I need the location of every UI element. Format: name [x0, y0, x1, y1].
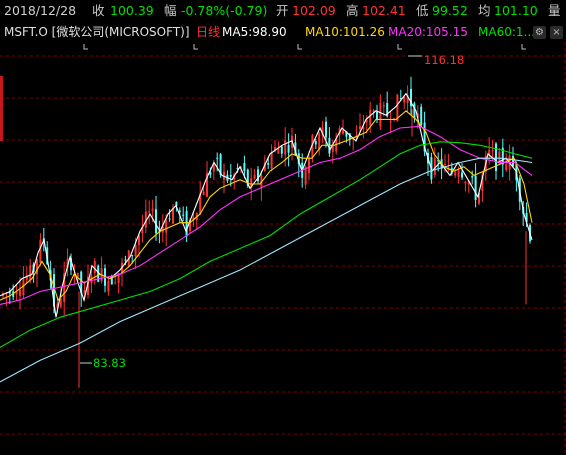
change-value: -0.78%(-0.79): [181, 3, 268, 18]
candle-body: [19, 290, 21, 296]
low-marker-label: 83.83: [93, 356, 126, 370]
candle-body: [216, 157, 219, 159]
close-icon[interactable]: ×: [550, 26, 563, 39]
indicator-legend: MSFT.O [微软公司(MICROSOFT)] 日线 MA5:98.90 MA…: [0, 22, 566, 42]
selection-indicator: [0, 76, 3, 141]
symbol-label: MSFT.O [微软公司(MICROSOFT)]: [4, 25, 190, 39]
candlestick-series: [2, 76, 531, 388]
candle-body: [168, 218, 171, 220]
candle-body: [270, 152, 273, 169]
candle-body: [491, 150, 494, 152]
candle-body: [29, 265, 32, 281]
candle-body: [229, 174, 232, 177]
candle-body: [131, 255, 134, 257]
period-label[interactable]: 日线: [196, 22, 220, 42]
candle-body: [253, 174, 256, 179]
open-label: 开: [276, 3, 289, 18]
candle-body: [474, 175, 477, 201]
ma20-label: MA20:105.15: [388, 25, 468, 39]
candle-body: [76, 272, 79, 277]
ma5-line: [0, 92, 533, 318]
change-label: 幅: [164, 3, 177, 18]
candle-body: [165, 220, 168, 233]
close-value: 100.39: [110, 3, 154, 18]
candle-body: [461, 172, 463, 178]
candle-body: [365, 120, 368, 123]
volume-label: 量: [548, 3, 561, 18]
candle-body: [382, 104, 385, 107]
candle-body: [172, 208, 174, 224]
candle-body: [454, 172, 457, 176]
candle-body: [114, 282, 117, 284]
chart-time-ticks: [83, 44, 526, 50]
candle-body: [376, 111, 378, 120]
candle-body: [325, 121, 327, 138]
candle-body: [287, 144, 290, 153]
open-value: 102.09: [292, 3, 336, 18]
candle-body: [379, 102, 382, 127]
time-tick: [193, 44, 198, 50]
candle-body: [389, 121, 392, 123]
avg-label: 均: [478, 3, 491, 18]
candle-body: [471, 176, 474, 178]
candle-body: [304, 167, 307, 185]
settings-gear-icon[interactable]: ⚙: [533, 26, 546, 39]
candle-body: [124, 259, 127, 261]
time-tick: [397, 44, 402, 50]
high-value: 102.41: [362, 3, 406, 18]
high-marker-label: 116.18: [424, 53, 464, 67]
candle-body: [308, 158, 310, 174]
chart-grid: [0, 42, 566, 455]
candle-body: [359, 126, 361, 130]
ma60-label: MA60:1...: [478, 25, 535, 39]
candle-body: [444, 163, 446, 165]
candle-body: [314, 140, 317, 145]
moving-average-lines: [0, 92, 533, 383]
candle-body: [433, 158, 436, 175]
ma10-line: [0, 110, 533, 302]
high-label: 高: [346, 3, 359, 18]
candle-body: [243, 163, 246, 172]
time-tick: [297, 44, 302, 50]
close-label: 收: [92, 3, 105, 18]
time-tick: [521, 44, 526, 50]
candle-body: [464, 182, 467, 184]
candle-body: [155, 209, 157, 234]
time-tick: [83, 44, 88, 50]
low-value: 99.52: [432, 3, 468, 18]
candle-body: [505, 164, 508, 170]
candle-body: [420, 106, 423, 126]
candlestick-chart[interactable]: 116.18 83.83: [0, 42, 566, 455]
avg-value: 101.10: [494, 3, 538, 18]
candle-body: [512, 156, 514, 167]
quote-header: 2018/12/28 收 100.39 幅 -0.78%(-0.79) 开 10…: [0, 0, 566, 22]
candle-body: [182, 214, 185, 216]
low-label: 低: [416, 3, 429, 18]
candle-body: [134, 245, 137, 257]
ma5-label: MA5:98.90: [222, 25, 287, 39]
candle-body: [59, 298, 62, 307]
candle-body: [267, 163, 270, 165]
candle-body: [148, 211, 151, 213]
candle-body: [284, 140, 287, 155]
ma20-line: [0, 125, 533, 305]
candle-body: [178, 210, 181, 213]
candle-body: [413, 103, 416, 119]
candle-body: [39, 239, 42, 264]
candle-body: [107, 280, 110, 292]
ma-long-line: [0, 157, 533, 383]
candle-body: [185, 211, 188, 237]
ma10-label: MA10:101.26: [305, 25, 385, 39]
candle-body: [280, 146, 283, 154]
candle-body: [151, 208, 154, 211]
candle-body: [202, 191, 205, 195]
candle-body: [342, 129, 344, 134]
candle-body: [457, 170, 460, 177]
candle-body: [369, 109, 372, 126]
quote-date: 2018/12/28: [4, 3, 77, 18]
